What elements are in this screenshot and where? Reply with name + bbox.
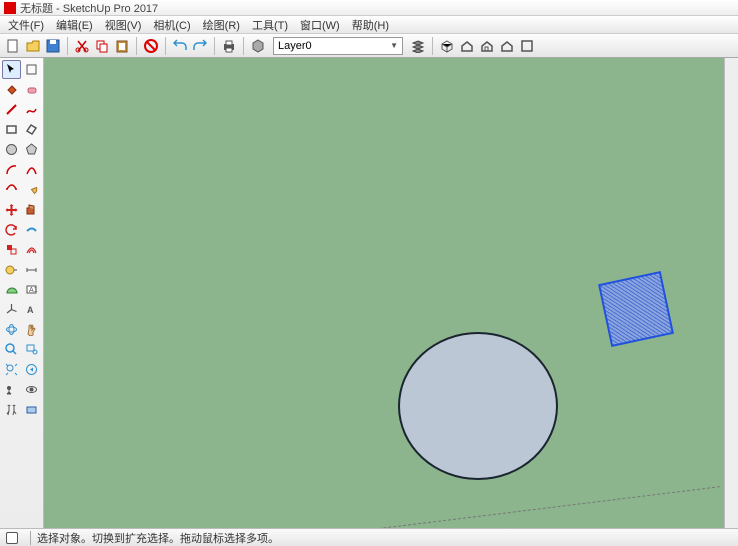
delete-icon[interactable] [142, 37, 160, 55]
follow-me-tool[interactable] [22, 220, 41, 239]
layer-current-label: Layer0 [278, 40, 312, 52]
print-icon[interactable] [220, 37, 238, 55]
walk-tool[interactable] [2, 400, 21, 419]
app-icon [4, 2, 16, 14]
circle-shape[interactable] [398, 332, 558, 480]
section-plane-tool[interactable] [22, 400, 41, 419]
three-point-arc-tool[interactable] [2, 180, 21, 199]
menu-view[interactable]: 视图(V) [99, 17, 148, 33]
make-component-tool[interactable] [22, 60, 41, 79]
scale-tool[interactable] [2, 240, 21, 259]
paste-icon[interactable] [113, 37, 131, 55]
tape-measure-tool[interactable] [2, 260, 21, 279]
svg-text:A1: A1 [29, 287, 38, 294]
vertical-scrollbar[interactable] [724, 58, 738, 528]
select-tool[interactable] [2, 60, 21, 79]
front-view-icon[interactable] [478, 37, 496, 55]
menu-camera[interactable]: 相机(C) [147, 17, 196, 33]
layer-manager-icon[interactable] [409, 37, 427, 55]
pie-tool[interactable] [22, 180, 41, 199]
top-view-icon[interactable] [498, 37, 516, 55]
status-tool-icon [6, 532, 18, 544]
layer-dropdown[interactable]: Layer0 ▼ [273, 37, 403, 55]
circle-tool[interactable] [2, 140, 21, 159]
3d-text-tool[interactable]: A [22, 300, 41, 319]
save-file-icon[interactable] [44, 37, 62, 55]
menu-tools[interactable]: 工具(T) [246, 17, 294, 33]
window-title: 无标题 - SketchUp Pro 2017 [20, 0, 158, 16]
rotate-tool[interactable] [2, 220, 21, 239]
separator [67, 37, 68, 55]
right-view-icon[interactable] [518, 37, 536, 55]
statusbar: 选择对象。切换到扩充选择。拖动鼠标选择多项。 [0, 528, 738, 546]
move-tool[interactable] [2, 200, 21, 219]
axes-tool[interactable] [2, 300, 21, 319]
separator [214, 37, 215, 55]
titlebar: 无标题 - SketchUp Pro 2017 [0, 0, 738, 16]
selected-rectangle-shape[interactable] [598, 271, 674, 347]
viewport[interactable] [44, 58, 724, 528]
line-tool[interactable] [2, 100, 21, 119]
separator [30, 531, 31, 545]
eraser-tool[interactable] [22, 80, 41, 99]
freehand-tool[interactable] [22, 100, 41, 119]
iso-view-icon[interactable] [438, 37, 456, 55]
top-toolbar: Layer0 ▼ [0, 34, 738, 58]
pan-tool[interactable] [22, 320, 41, 339]
status-text: 选择对象。切换到扩充选择。拖动鼠标选择多项。 [37, 530, 279, 546]
new-file-icon[interactable] [4, 37, 22, 55]
previous-view-tool[interactable] [22, 360, 41, 379]
copy-icon[interactable] [93, 37, 111, 55]
separator [165, 37, 166, 55]
separator [243, 37, 244, 55]
menu-window[interactable]: 窗口(W) [294, 17, 346, 33]
separator [136, 37, 137, 55]
rotated-rect-tool[interactable] [22, 120, 41, 139]
offset-tool[interactable] [22, 240, 41, 259]
menu-help[interactable]: 帮助(H) [346, 17, 395, 33]
paint-bucket-tool[interactable] [2, 80, 21, 99]
text-tool[interactable]: A1 [22, 280, 41, 299]
open-file-icon[interactable] [24, 37, 42, 55]
svg-text:A: A [27, 305, 34, 315]
polygon-tool[interactable] [22, 140, 41, 159]
menu-edit[interactable]: 编辑(E) [50, 17, 99, 33]
protractor-tool[interactable] [2, 280, 21, 299]
left-toolbar: A1 A [0, 58, 44, 528]
model-info-icon[interactable] [249, 37, 267, 55]
redo-icon[interactable] [191, 37, 209, 55]
zoom-tool[interactable] [2, 340, 21, 359]
look-around-tool[interactable] [22, 380, 41, 399]
menu-draw[interactable]: 绘图(R) [197, 17, 246, 33]
position-camera-tool[interactable] [2, 380, 21, 399]
rectangle-tool[interactable] [2, 120, 21, 139]
two-point-arc-tool[interactable] [22, 160, 41, 179]
zoom-extents-tool[interactable] [2, 360, 21, 379]
home-view-icon[interactable] [458, 37, 476, 55]
push-pull-tool[interactable] [22, 200, 41, 219]
orbit-tool[interactable] [2, 320, 21, 339]
guide-line [184, 486, 720, 528]
undo-icon[interactable] [171, 37, 189, 55]
zoom-window-tool[interactable] [22, 340, 41, 359]
main-area: A1 A [0, 58, 738, 528]
menu-file[interactable]: 文件(F) [2, 17, 50, 33]
dimension-tool[interactable] [22, 260, 41, 279]
separator [432, 37, 433, 55]
cut-icon[interactable] [73, 37, 91, 55]
arc-tool[interactable] [2, 160, 21, 179]
chevron-down-icon: ▼ [390, 41, 398, 50]
menubar: 文件(F) 编辑(E) 视图(V) 相机(C) 绘图(R) 工具(T) 窗口(W… [0, 16, 738, 34]
